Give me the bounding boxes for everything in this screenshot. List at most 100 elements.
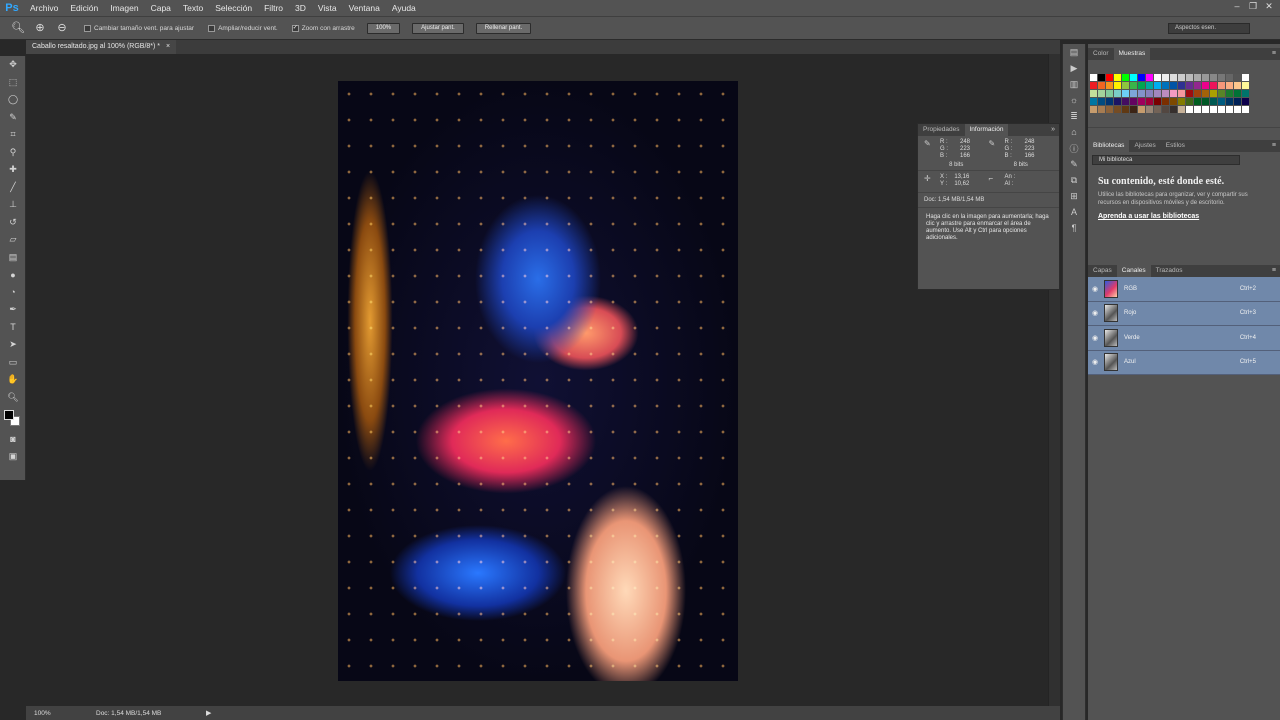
color-swatch[interactable]: [1130, 74, 1137, 81]
navigator-panel-icon[interactable]: ⌂: [1063, 124, 1085, 140]
type-tool-icon[interactable]: T: [0, 319, 26, 337]
color-swatch[interactable]: [1226, 74, 1233, 81]
histogram-panel-icon[interactable]: ▥: [1063, 76, 1085, 92]
marquee-tool-icon[interactable]: ⬚: [0, 74, 26, 92]
close-document-icon[interactable]: ×: [166, 40, 170, 54]
document-tab[interactable]: Caballo resaltado.jpg al 100% (RGB/8*) *…: [26, 40, 177, 54]
color-swatch[interactable]: [1130, 98, 1137, 105]
resize-windows-checkbox[interactable]: Cambiar tamaño vent. para ajustar: [84, 24, 194, 32]
panel-menu-icon[interactable]: ≡: [1272, 265, 1276, 277]
zoom-out-icon[interactable]: ⊖: [54, 20, 70, 36]
color-swatch[interactable]: [1146, 106, 1153, 113]
restore-icon[interactable]: ❐: [1246, 0, 1260, 12]
color-swatch[interactable]: [1170, 106, 1177, 113]
color-swatch[interactable]: [1194, 98, 1201, 105]
visibility-eye-icon[interactable]: ◉: [1088, 309, 1102, 317]
zoom-tool-preset-icon[interactable]: 🔍︎: [10, 20, 26, 36]
color-swatch[interactable]: [1242, 82, 1249, 89]
color-swatch[interactable]: [1210, 106, 1217, 113]
color-swatch[interactable]: [1114, 90, 1121, 97]
blur-tool-icon[interactable]: ●: [0, 266, 26, 284]
color-swatch[interactable]: [1154, 82, 1161, 89]
color-swatch[interactable]: [1090, 106, 1097, 113]
color-swatch[interactable]: [1210, 98, 1217, 105]
menu-capa[interactable]: Capa: [145, 0, 177, 16]
color-swatch[interactable]: [1122, 98, 1129, 105]
history-brush-tool-icon[interactable]: ↺: [0, 214, 26, 232]
color-swatch[interactable]: [1146, 98, 1153, 105]
visibility-eye-icon[interactable]: ◉: [1088, 285, 1102, 293]
checkbox-box[interactable]: [208, 24, 216, 32]
color-swatch[interactable]: [1138, 90, 1145, 97]
color-swatch[interactable]: [1114, 106, 1121, 113]
adjustments-panel-icon[interactable]: ☼: [1063, 92, 1085, 108]
color-swatch[interactable]: [1130, 82, 1137, 89]
menu-ayuda[interactable]: Ayuda: [386, 0, 422, 16]
screen-mode-icon[interactable]: ▣: [0, 448, 26, 466]
color-swatch[interactable]: [1162, 74, 1169, 81]
foreground-color[interactable]: [4, 410, 14, 420]
color-swatch[interactable]: [1090, 98, 1097, 105]
libraries-learn-link[interactable]: Aprenda a usar las bibliotecas: [1088, 207, 1280, 226]
menu-seleccion[interactable]: Selección: [209, 0, 258, 16]
color-swatch[interactable]: [1090, 82, 1097, 89]
color-swatch[interactable]: [1106, 74, 1113, 81]
crop-tool-icon[interactable]: ⌗: [0, 126, 26, 144]
color-swatch[interactable]: [1202, 98, 1209, 105]
eyedropper-tool-icon[interactable]: ⚲: [0, 144, 26, 162]
tab-color[interactable]: Color: [1088, 48, 1114, 60]
visibility-eye-icon[interactable]: ◉: [1088, 334, 1102, 342]
menu-ventana[interactable]: Ventana: [343, 0, 386, 16]
color-swatch[interactable]: [1186, 90, 1193, 97]
color-swatch[interactable]: [1098, 98, 1105, 105]
color-swatch[interactable]: [1122, 82, 1129, 89]
color-swatch[interactable]: [1186, 106, 1193, 113]
channel-row-verde[interactable]: ◉ Verde Ctrl+4: [1088, 326, 1280, 351]
color-swatch[interactable]: [1178, 74, 1185, 81]
color-swatch[interactable]: [1162, 82, 1169, 89]
color-swatch[interactable]: [1242, 74, 1249, 81]
menu-vista[interactable]: Vista: [312, 0, 343, 16]
color-swatch[interactable]: [1202, 106, 1209, 113]
menu-texto[interactable]: Texto: [177, 0, 209, 16]
color-swatch[interactable]: [1138, 106, 1145, 113]
brush-panel-icon[interactable]: ≣: [1063, 108, 1085, 124]
color-swatch[interactable]: [1170, 90, 1177, 97]
tab-capas[interactable]: Capas: [1088, 265, 1117, 277]
actions-panel-icon[interactable]: ▶: [1063, 60, 1085, 76]
color-swatch[interactable]: [1130, 90, 1137, 97]
color-swatch[interactable]: [1098, 82, 1105, 89]
tab-ajustes[interactable]: Ajustes: [1129, 140, 1160, 152]
color-swatch[interactable]: [1146, 82, 1153, 89]
brush-presets-icon[interactable]: ✎: [1063, 156, 1085, 172]
color-swatch[interactable]: [1194, 90, 1201, 97]
quick-select-tool-icon[interactable]: ✎: [0, 109, 26, 127]
checkbox-box-checked[interactable]: ✓: [291, 24, 299, 32]
lasso-tool-icon[interactable]: ◯: [0, 91, 26, 109]
color-swatch[interactable]: [1234, 98, 1241, 105]
panel-menu-icon[interactable]: ≡: [1272, 48, 1276, 60]
color-swatch[interactable]: [1226, 98, 1233, 105]
color-swatch[interactable]: [1218, 90, 1225, 97]
carousel-horse-image[interactable]: [338, 81, 738, 681]
zoom-in-icon[interactable]: ⊕: [32, 20, 48, 36]
tab-muestras[interactable]: Muestras: [1113, 48, 1151, 60]
color-swatch[interactable]: [1194, 74, 1201, 81]
color-swatch[interactable]: [1146, 90, 1153, 97]
panel-menu-icon[interactable]: ≡: [1272, 140, 1276, 152]
channel-row-rgb[interactable]: ◉ RGB Ctrl+2: [1088, 277, 1280, 302]
color-swatch[interactable]: [1218, 82, 1225, 89]
paragraph-panel-icon[interactable]: ¶: [1063, 220, 1085, 236]
color-swatch[interactable]: [1098, 106, 1105, 113]
color-swatch[interactable]: [1226, 90, 1233, 97]
color-swatch[interactable]: [1146, 74, 1153, 81]
color-swatch[interactable]: [1210, 82, 1217, 89]
color-swatch[interactable]: [1138, 98, 1145, 105]
color-swatch[interactable]: [1090, 74, 1097, 81]
color-swatch[interactable]: [1154, 74, 1161, 81]
menu-filtro[interactable]: Filtro: [258, 0, 289, 16]
color-swatch[interactable]: [1162, 106, 1169, 113]
color-swatches[interactable]: [0, 406, 25, 430]
color-swatch[interactable]: [1178, 98, 1185, 105]
color-swatch[interactable]: [1162, 90, 1169, 97]
